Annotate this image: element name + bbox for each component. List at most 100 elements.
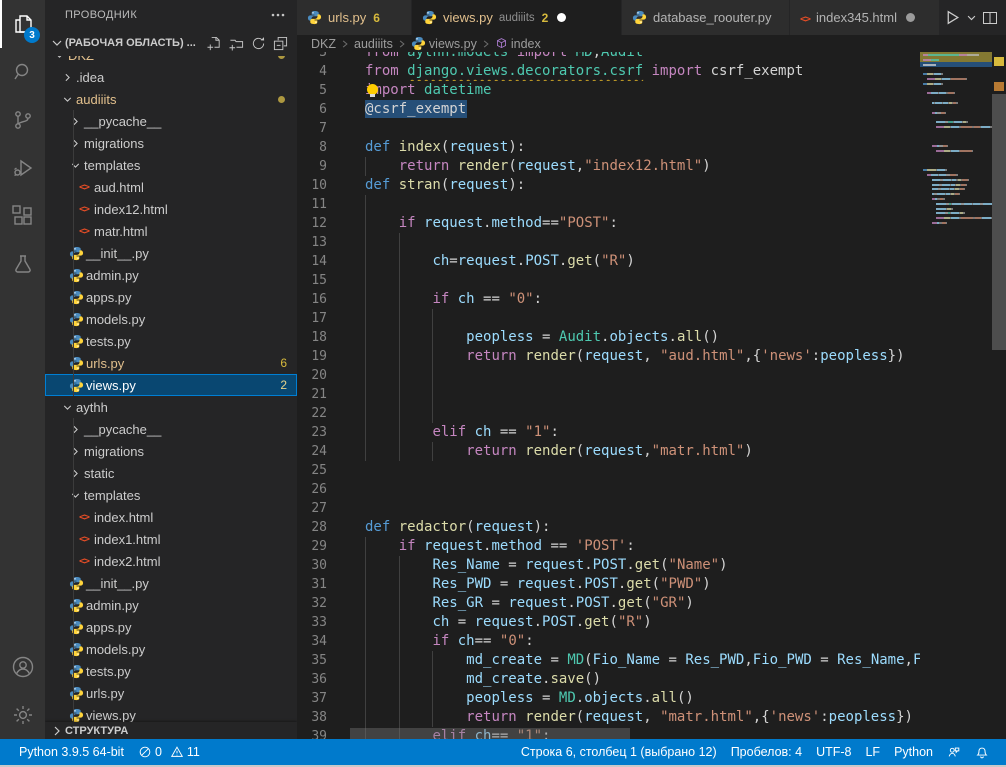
tree-item-static[interactable]: static [45, 462, 297, 484]
tree-item-admin.py[interactable]: admin.py [45, 594, 297, 616]
activity-run-debug-button[interactable] [0, 144, 45, 192]
line-number: 14 [297, 252, 327, 271]
python-file-icon [411, 36, 426, 51]
cursor-position[interactable]: Строка 6, столбец 1 (выбрано 12) [514, 739, 724, 765]
indent-guide [365, 233, 366, 252]
tree-item-models.py[interactable]: models.py [45, 638, 297, 660]
scrollbar-thumb[interactable] [992, 94, 1006, 350]
dirty-indicator-icon[interactable] [906, 13, 915, 22]
breadcrumb-item-DKZ[interactable]: DKZ [311, 37, 336, 51]
code-line-19: 19 return render(request, "aud.html",{'n… [297, 347, 920, 366]
code-line-10: 10def stran(request): [297, 176, 920, 195]
code-line-text: peopless = MD.objects.all() [365, 689, 920, 708]
minimap-line [923, 212, 965, 215]
dirty-indicator-icon[interactable] [557, 13, 566, 22]
activity-search-button[interactable] [0, 48, 45, 96]
tab-database_roouter.py[interactable]: database_roouter.py [622, 0, 790, 35]
tree-item-matr.html[interactable]: <>matr.html [45, 220, 297, 242]
encoding[interactable]: UTF-8 [809, 739, 858, 765]
indent-guide [365, 594, 366, 613]
tree-item-label: admin.py [86, 268, 139, 283]
language-mode[interactable]: Python [887, 739, 940, 765]
tree-item-apps.py[interactable]: apps.py [45, 286, 297, 308]
tab-urls.py[interactable]: urls.py6 [297, 0, 412, 35]
horizontal-scrollbar[interactable] [350, 728, 630, 739]
bell-icon[interactable] [968, 739, 996, 765]
status-bar: Python 3.9.5 64-bit011 Строка 6, столбец… [0, 739, 1006, 765]
tree-item-models.py[interactable]: models.py [45, 308, 297, 330]
breadcrumb-label: index [511, 37, 541, 51]
tree-item-index1.html[interactable]: <>index1.html [45, 528, 297, 550]
tree-item-__pycache__[interactable]: __pycache__ [45, 418, 297, 440]
refresh-icon[interactable] [247, 32, 269, 54]
code-editor[interactable]: 3from aythh.models import MD,Audit4from … [297, 52, 1006, 739]
tree-item-templates[interactable]: templates [45, 484, 297, 506]
tree-item-templates[interactable]: templates [45, 154, 297, 176]
tree-item-__init__.py[interactable]: __init__.py [45, 242, 297, 264]
breadcrumb-item-audiiits[interactable]: audiiits [354, 37, 393, 51]
line-number: 28 [297, 518, 327, 537]
breadcrumb-item-views.py[interactable]: views.py [411, 36, 477, 51]
run-python-file-icon[interactable] [940, 6, 964, 30]
indent-guide [432, 651, 433, 670]
lightbulb-icon[interactable] [366, 84, 379, 97]
problems-status[interactable]: 011 [131, 739, 207, 765]
minimap[interactable] [920, 52, 992, 739]
tab-index345.html[interactable]: <>index345.html [790, 0, 940, 35]
tree-item-migrations[interactable]: migrations [45, 132, 297, 154]
indent-guide [365, 632, 366, 651]
code-line-16: 16 if ch == "0": [297, 290, 920, 309]
feedback-icon[interactable] [940, 739, 968, 765]
tree-indent-guide [73, 110, 74, 132]
settings-button[interactable] [0, 691, 45, 739]
activity-source-control-button[interactable] [0, 96, 45, 144]
activity-extensions-button[interactable] [0, 192, 45, 240]
tree-item-views.py[interactable]: views.py [45, 704, 297, 722]
tree-item-tests.py[interactable]: tests.py [45, 660, 297, 682]
outline-section-header[interactable]: СТРУКТУРА [45, 722, 297, 739]
tree-item-DKZ[interactable]: DKZ [45, 56, 297, 66]
breadcrumb-item-index[interactable]: index [495, 37, 541, 51]
split-editor-icon[interactable] [978, 6, 1002, 30]
tab-views.py[interactable]: views.pyaudiiits2 [412, 0, 622, 35]
tree-item-admin.py[interactable]: admin.py [45, 264, 297, 286]
tree-item-urls.py[interactable]: urls.py6 [45, 352, 297, 374]
new-folder-icon[interactable] [225, 32, 247, 54]
new-file-icon[interactable] [203, 32, 225, 54]
indentation[interactable]: Пробелов: 4 [724, 739, 809, 765]
html-file-icon: <> [75, 509, 93, 525]
tree-item-label: apps.py [86, 620, 132, 635]
activity-explorer-button[interactable]: 3 [0, 0, 45, 48]
tree-item-apps.py[interactable]: apps.py [45, 616, 297, 638]
tree-item-index2.html[interactable]: <>index2.html [45, 550, 297, 572]
tree-item-label: audiiits [76, 92, 116, 107]
tree-item-index12.html[interactable]: <>index12.html [45, 198, 297, 220]
line-number: 11 [297, 195, 327, 214]
code-line-text [365, 233, 920, 252]
tree-item-urls.py[interactable]: urls.py [45, 682, 297, 704]
tree-item-__pycache__[interactable]: __pycache__ [45, 110, 297, 132]
code-line-text: Res_PWD = request.POST.get("PWD") [365, 575, 920, 594]
tree-item-.idea[interactable]: .idea [45, 66, 297, 88]
activity-testing-button[interactable] [0, 240, 45, 288]
tree-item-index.html[interactable]: <>index.html [45, 506, 297, 528]
explorer-more-actions-icon[interactable] [267, 4, 289, 26]
tree-item-label: views.py [86, 378, 136, 393]
tree-item-aythh[interactable]: aythh [45, 396, 297, 418]
tree-item-__init__.py[interactable]: __init__.py [45, 572, 297, 594]
editor-more-actions-icon[interactable] [1002, 6, 1006, 30]
tree-item-label: __pycache__ [84, 114, 161, 129]
workspace-section-header[interactable]: (РАБОЧАЯ ОБЛАСТЬ) ... [45, 30, 297, 56]
tree-item-aud.html[interactable]: <>aud.html [45, 176, 297, 198]
code-line-text [365, 404, 920, 423]
tree-item-migrations[interactable]: migrations [45, 440, 297, 462]
run-dropdown-chevron-icon[interactable] [964, 6, 978, 30]
tree-item-audiiits[interactable]: audiiits [45, 88, 297, 110]
tree-item-views.py[interactable]: views.py2 [45, 374, 297, 396]
account-button[interactable] [0, 643, 45, 691]
python-interpreter[interactable]: Python 3.9.5 64-bit [12, 739, 131, 765]
tree-item-tests.py[interactable]: tests.py [45, 330, 297, 352]
code-line-31: 31 Res_PWD = request.POST.get("PWD") [297, 575, 920, 594]
eol[interactable]: LF [858, 739, 887, 765]
collapse-all-icon[interactable] [269, 32, 291, 54]
